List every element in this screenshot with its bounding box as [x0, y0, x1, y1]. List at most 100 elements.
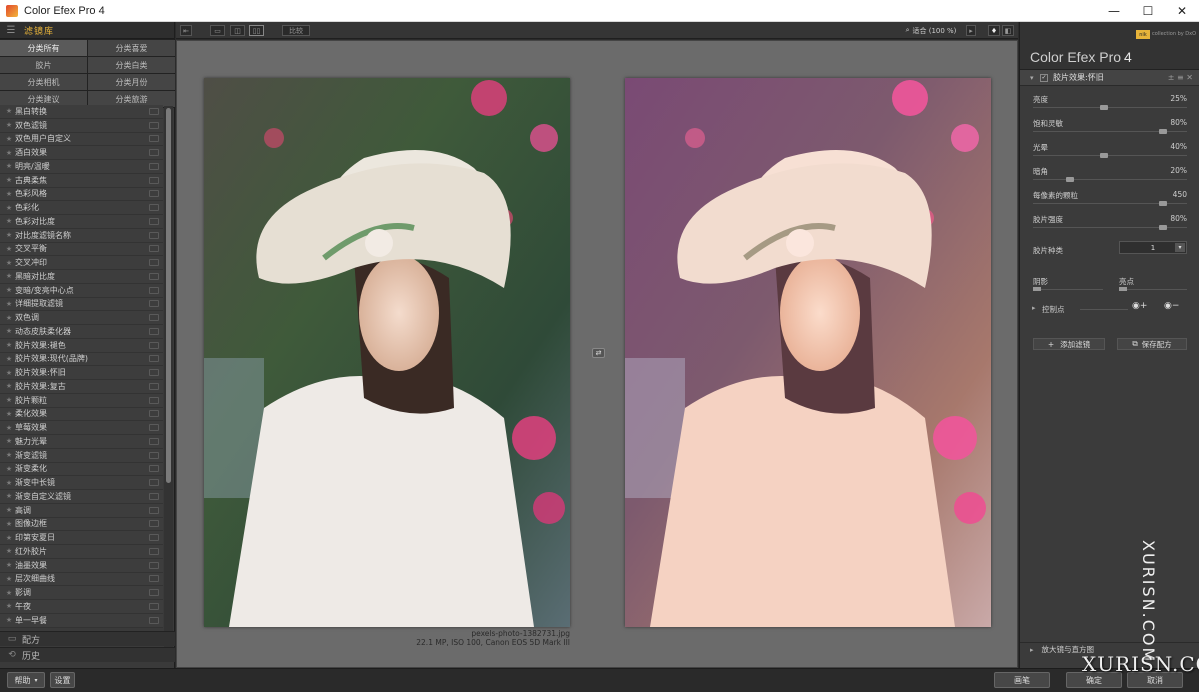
swap-preview-icon[interactable]: ⇄: [592, 348, 605, 358]
star-icon[interactable]: ★: [3, 369, 15, 377]
category-month[interactable]: 分类月份: [88, 74, 175, 90]
slider-track[interactable]: [1033, 179, 1187, 180]
filter-options-icon[interactable]: [149, 520, 159, 528]
slider-knob[interactable]: [1066, 177, 1075, 182]
category-all[interactable]: 分类所有: [0, 40, 87, 56]
category-film[interactable]: 胶片: [0, 57, 87, 73]
star-icon[interactable]: ★: [3, 396, 15, 404]
star-icon[interactable]: ★: [3, 492, 15, 500]
star-icon[interactable]: ★: [3, 410, 15, 418]
slider-value[interactable]: 20%: [1170, 166, 1187, 175]
filter-options-icon[interactable]: [149, 506, 159, 514]
film-type-select[interactable]: 1 ▾: [1119, 241, 1187, 254]
filter-options-icon[interactable]: [149, 396, 159, 404]
star-icon[interactable]: ★: [3, 107, 15, 115]
filter-options-icon[interactable]: [149, 424, 159, 432]
active-filter-header[interactable]: ▾ ✓ 胶片效果:怀旧 ± ≡ ✕: [1020, 70, 1199, 86]
highlights-slider[interactable]: [1119, 289, 1187, 290]
star-icon[interactable]: ★: [3, 286, 15, 294]
maximize-button[interactable]: ☐: [1131, 0, 1165, 22]
filter-list-scrollbar[interactable]: [164, 106, 173, 649]
single-view-button[interactable]: ▭: [210, 25, 225, 36]
filter-list-item[interactable]: ★ 明亮/温暖: [0, 160, 163, 174]
expand-icon[interactable]: ▸: [1032, 304, 1036, 312]
side-by-side-button[interactable]: ▯▯: [249, 25, 264, 36]
slider-value[interactable]: 25%: [1170, 94, 1187, 103]
star-icon[interactable]: ★: [3, 217, 15, 225]
filter-list-item[interactable]: ★ 双色用户自定义: [0, 132, 163, 147]
star-icon[interactable]: ★: [3, 121, 15, 129]
filter-list-item[interactable]: ★ 对比度滤镜名称: [0, 228, 163, 243]
shadows-knob[interactable]: [1033, 287, 1041, 291]
filter-options-icon[interactable]: [149, 176, 159, 184]
filter-list-item[interactable]: ★ 渐变柔化: [0, 462, 163, 477]
filter-list-item[interactable]: ★ 渐变自定义滤镜: [0, 490, 163, 504]
star-icon[interactable]: ★: [3, 616, 15, 624]
zoom-dropdown-arrow[interactable]: ▸: [966, 25, 976, 36]
star-icon[interactable]: ★: [3, 561, 15, 569]
star-icon[interactable]: ★: [3, 259, 15, 267]
filter-options-icon[interactable]: [149, 259, 159, 267]
filter-options-icon[interactable]: [149, 534, 159, 542]
minimize-button[interactable]: —: [1097, 0, 1131, 22]
settings-button[interactable]: 设置: [50, 672, 75, 688]
filter-options-icon[interactable]: [149, 479, 159, 487]
add-negative-point-icon[interactable]: ◉−: [1164, 301, 1179, 311]
filter-list-item[interactable]: ★ 酒白效果: [0, 146, 163, 160]
preview-area[interactable]: pexels-photo-1382731.jpg 22.1 MP, ISO 10…: [176, 40, 1018, 668]
scrollbar-thumb[interactable]: [166, 108, 171, 483]
star-icon[interactable]: ★: [3, 534, 15, 542]
filter-options-icon[interactable]: [149, 300, 159, 308]
star-icon[interactable]: ★: [3, 245, 15, 253]
star-icon[interactable]: ★: [3, 231, 15, 239]
split-view-button[interactable]: ◫: [230, 25, 245, 36]
filter-options-icon[interactable]: [149, 575, 159, 583]
filter-options-icon[interactable]: [149, 149, 159, 157]
collapse-icon[interactable]: ▾: [1030, 74, 1040, 82]
filter-list-item[interactable]: ★ 渐变滤镜: [0, 448, 163, 463]
filter-list-item[interactable]: ★ 双色滤镜: [0, 118, 163, 133]
slider-knob[interactable]: [1100, 105, 1109, 110]
slider-value[interactable]: 450: [1173, 190, 1187, 199]
filter-list-item[interactable]: ★ 黑白转换: [0, 105, 163, 119]
filter-list-item[interactable]: ★ 动态皮肤柔化器: [0, 325, 163, 339]
filter-list-item[interactable]: ★ 图像边框: [0, 517, 163, 532]
filter-list-item[interactable]: ★ 渐变中长镜: [0, 476, 163, 490]
filter-list-item[interactable]: ★ 油墨效果: [0, 558, 163, 573]
close-button[interactable]: ✕: [1165, 0, 1199, 22]
filter-options-icon[interactable]: [149, 382, 159, 390]
filter-list-item[interactable]: ★ 草莓效果: [0, 421, 163, 435]
star-icon[interactable]: ★: [3, 575, 15, 583]
filter-options-icon[interactable]: [149, 162, 159, 170]
filter-list-item[interactable]: ★ 古典柔焦: [0, 173, 163, 188]
history-section[interactable]: ⟲ 历史: [0, 647, 175, 662]
star-icon[interactable]: ★: [3, 327, 15, 335]
help-button[interactable]: 帮助 ▾: [7, 672, 45, 688]
add-positive-point-icon[interactable]: ◉+: [1132, 301, 1147, 311]
compare-button[interactable]: 比较: [282, 25, 310, 36]
star-icon[interactable]: ★: [3, 479, 15, 487]
preview-toggle-icon[interactable]: ◧: [1002, 25, 1014, 36]
star-icon[interactable]: ★: [3, 437, 15, 445]
filter-list-item[interactable]: ★ 红外胶片: [0, 545, 163, 559]
filter-options-icon[interactable]: [149, 410, 159, 418]
slider-knob[interactable]: [1159, 225, 1168, 230]
filter-options-icon[interactable]: [149, 107, 159, 115]
category-white[interactable]: 分类白类: [88, 57, 175, 73]
add-filter-button[interactable]: + 添加滤镜: [1033, 338, 1105, 350]
filter-options-icon[interactable]: [149, 204, 159, 212]
star-icon[interactable]: ★: [3, 176, 15, 184]
filter-list-item[interactable]: ★ 双色调: [0, 311, 163, 325]
filter-options-icon[interactable]: [149, 561, 159, 569]
star-icon[interactable]: ★: [3, 424, 15, 432]
filter-options-icon[interactable]: [149, 492, 159, 500]
filter-list-item[interactable]: ★ 胶片颗粒: [0, 393, 163, 408]
filter-options-icon[interactable]: [149, 286, 159, 294]
star-icon[interactable]: ★: [3, 204, 15, 212]
filter-options-icon[interactable]: [149, 231, 159, 239]
filter-options-icon[interactable]: [149, 355, 159, 363]
star-icon[interactable]: ★: [3, 162, 15, 170]
brush-button[interactable]: 画笔: [994, 672, 1050, 688]
panel-toggle-button[interactable]: ⇤: [180, 25, 192, 36]
original-photo[interactable]: [204, 78, 570, 627]
